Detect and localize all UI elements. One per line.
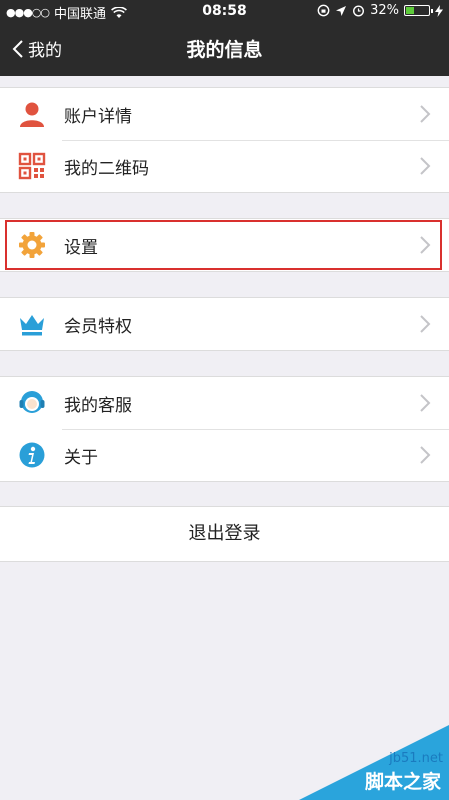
chevron-right-icon	[420, 157, 431, 175]
menu-item-settings[interactable]: 设置	[0, 219, 449, 271]
logout-button[interactable]: 退出登录	[0, 506, 449, 562]
menu-item-member-privileges[interactable]: 会员特权	[0, 298, 449, 350]
navigation-bar: 我的 我的信息	[0, 22, 449, 76]
charging-icon	[435, 4, 443, 17]
status-bar: ●●●○○ 中国联通 08:58 32%	[0, 0, 449, 22]
menu-item-label: 我的客服	[64, 396, 132, 416]
menu-group-account: 账户详情 我的二维码	[0, 87, 449, 193]
battery-icon	[404, 5, 433, 16]
rotation-lock-icon	[317, 4, 330, 17]
alarm-icon	[353, 5, 365, 17]
location-icon	[336, 5, 347, 16]
menu-item-customer-service[interactable]: 我的客服	[0, 377, 449, 429]
menu-item-label: 关于	[64, 448, 98, 468]
watermark-brand: 脚本之家	[364, 771, 441, 793]
qr-code-icon	[18, 152, 46, 180]
watermark-url: jb51.net	[389, 751, 443, 766]
crown-icon	[20, 315, 44, 336]
back-button[interactable]: 我的	[12, 36, 62, 61]
watermark: jb51.net 脚本之家	[299, 725, 449, 800]
menu-item-account-details[interactable]: 账户详情	[0, 88, 449, 140]
person-icon	[20, 102, 44, 127]
menu-group-membership: 会员特权	[0, 297, 449, 351]
menu-item-label: 账户详情	[64, 107, 132, 127]
page-title: 我的信息	[186, 39, 263, 61]
menu-item-label: 我的二维码	[64, 159, 149, 179]
gear-icon	[19, 232, 45, 258]
menu-item-my-qr-code[interactable]: 我的二维码	[0, 140, 449, 192]
menu-group-settings: 设置	[0, 218, 449, 272]
chevron-right-icon	[420, 315, 431, 333]
chevron-left-icon	[12, 39, 23, 58]
chevron-right-icon	[420, 394, 431, 412]
customer-service-icon	[19, 391, 45, 413]
chevron-right-icon	[420, 446, 431, 464]
battery-percentage: 32%	[370, 3, 399, 18]
chevron-right-icon	[420, 105, 431, 123]
menu-item-label: 设置	[64, 238, 98, 258]
info-icon	[19, 442, 45, 468]
back-button-label: 我的	[28, 41, 62, 61]
menu-item-label: 会员特权	[64, 317, 132, 337]
menu-group-support: 我的客服 关于	[0, 376, 449, 482]
chevron-right-icon	[420, 236, 431, 254]
menu-item-about[interactable]: 关于	[0, 429, 449, 481]
